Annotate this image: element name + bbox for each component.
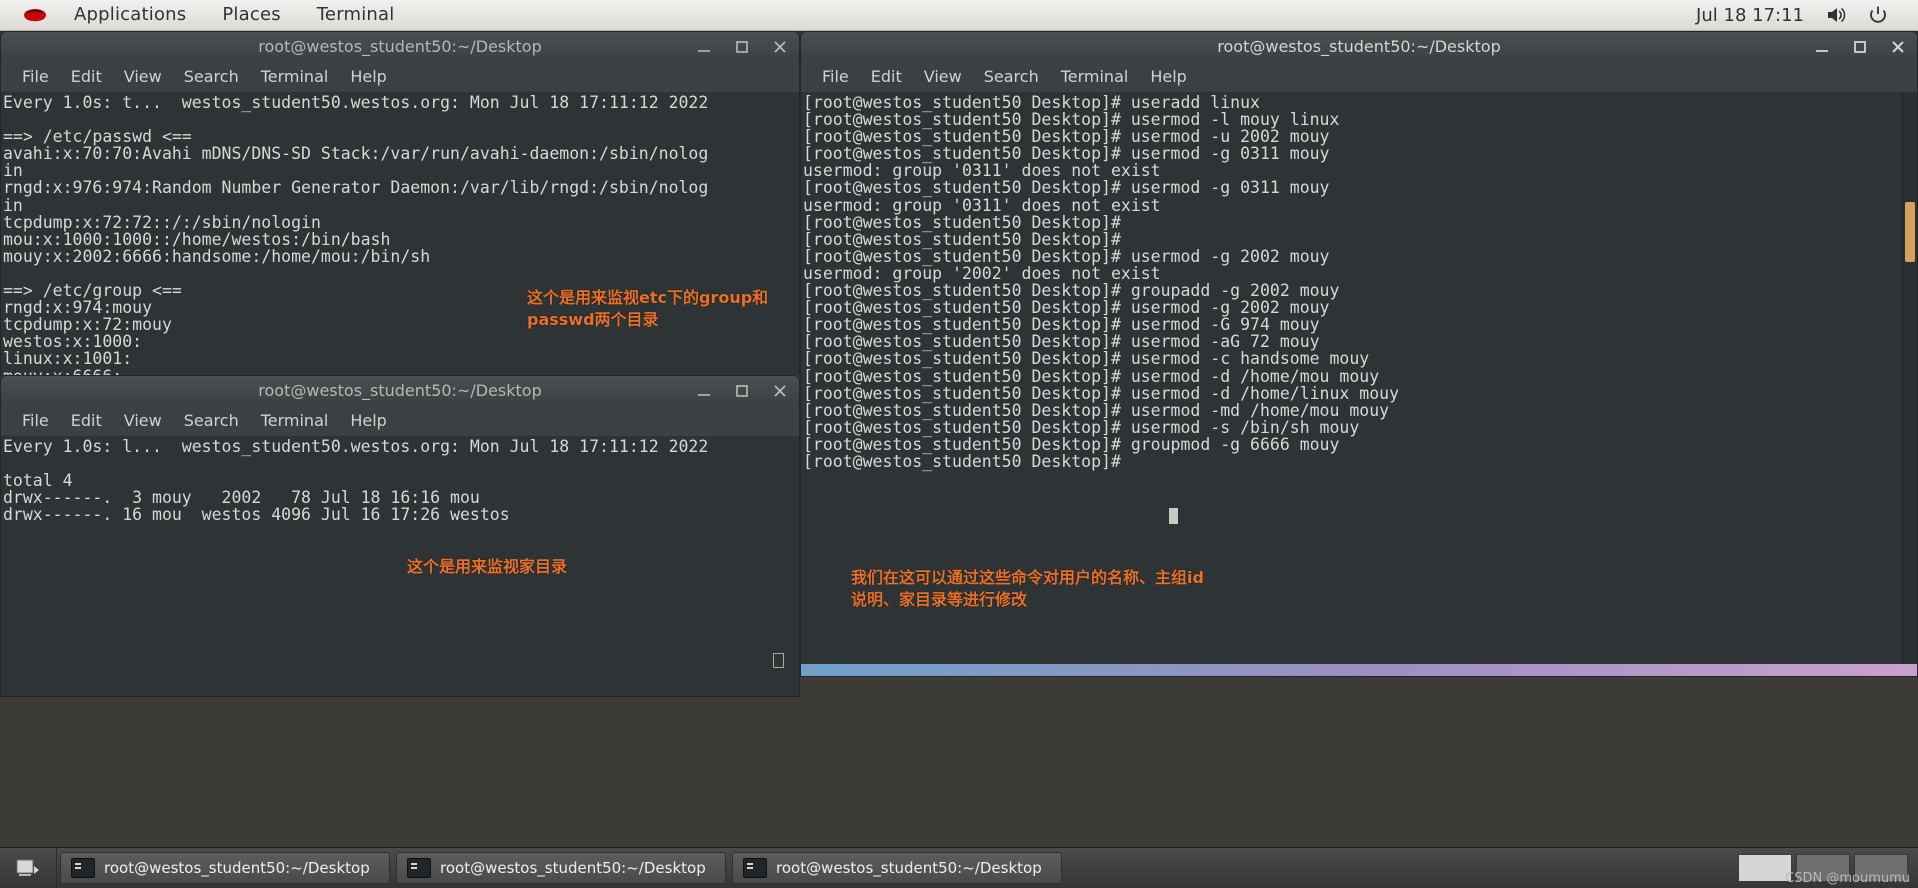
desktop: Applications Places Terminal Jul 18 17:1… [0, 0, 1918, 888]
power-icon[interactable] [1868, 5, 1888, 25]
scrollbar-thumb[interactable] [1905, 202, 1915, 262]
minimize-icon[interactable] [1813, 38, 1831, 56]
menu-places[interactable]: Places [204, 0, 298, 30]
menu-search[interactable]: Search [173, 407, 250, 435]
window-bottom-band [801, 664, 1917, 676]
window-title: root@westos_student50:~/Desktop [258, 381, 542, 400]
taskbar-item-3[interactable]: root@westos_student50:~/Desktop [732, 852, 1062, 884]
window-commands[interactable]: root@westos_student50:~/Desktop File Edi… [800, 31, 1918, 677]
close-icon[interactable] [1889, 38, 1907, 56]
close-icon[interactable] [771, 38, 789, 56]
top-panel: Applications Places Terminal Jul 18 17:1… [0, 0, 1918, 31]
terminal-cursor [1169, 508, 1178, 524]
menu-search[interactable]: Search [973, 63, 1050, 91]
terminal-body-commands[interactable]: [root@westos_student50 Desktop]# useradd… [800, 92, 1918, 677]
terminal-output: Every 1.0s: t... westos_student50.westos… [3, 93, 709, 385]
terminal-scrollbar[interactable] [1902, 92, 1917, 676]
menu-applications[interactable]: Applications [56, 0, 204, 30]
window-title: root@westos_student50:~/Desktop [1217, 37, 1501, 56]
menu-file[interactable]: File [11, 63, 60, 91]
window-title: root@westos_student50:~/Desktop [258, 37, 542, 56]
menu-edit[interactable]: Edit [60, 407, 113, 435]
clock[interactable]: Jul 18 17:11 [1696, 5, 1826, 26]
watermark: CSDN @moumumu [1785, 871, 1910, 886]
menu-terminal[interactable]: Terminal [1050, 63, 1140, 91]
menu-file[interactable]: File [811, 63, 860, 91]
menu-help[interactable]: Help [1139, 63, 1197, 91]
window-menubar: File Edit View Search Terminal Help [800, 62, 1918, 92]
show-desktop-icon[interactable] [0, 848, 57, 888]
maximize-icon[interactable] [733, 38, 751, 56]
window-titlebar[interactable]: root@westos_student50:~/Desktop [0, 31, 800, 62]
menu-terminal[interactable]: Terminal [250, 407, 340, 435]
redhat-logo-icon[interactable] [20, 4, 50, 26]
menu-terminal[interactable]: Terminal [250, 63, 340, 91]
volume-icon[interactable] [1826, 6, 1848, 24]
menu-terminal[interactable]: Terminal [299, 0, 413, 30]
terminal-icon [71, 858, 95, 878]
window-menubar: File Edit View Search Terminal Help [0, 62, 800, 92]
menu-view[interactable]: View [113, 63, 173, 91]
annotation-watch-home: 这个是用来监视家目录 [407, 557, 568, 576]
terminal-icon [407, 858, 431, 878]
maximize-icon[interactable] [1851, 38, 1869, 56]
taskbar: root@westos_student50:~/Desktop root@wes… [0, 847, 1918, 888]
window-watch-home[interactable]: root@westos_student50:~/Desktop File Edi… [0, 375, 800, 697]
terminal-output: Every 1.0s: l... westos_student50.westos… [3, 437, 709, 525]
terminal-cursor [773, 653, 784, 668]
taskbar-item-label: root@westos_student50:~/Desktop [440, 859, 706, 877]
menu-search[interactable]: Search [173, 63, 250, 91]
window-controls [695, 32, 789, 62]
menu-edit[interactable]: Edit [860, 63, 913, 91]
menu-help[interactable]: Help [339, 407, 397, 435]
menu-view[interactable]: View [113, 407, 173, 435]
taskbar-item-label: root@westos_student50:~/Desktop [104, 859, 370, 877]
workspace-1[interactable] [1738, 854, 1792, 882]
window-titlebar[interactable]: root@westos_student50:~/Desktop [0, 375, 800, 406]
annotation-watch-etc: 这个是用来监视etc下的group和 passwd两个目录 [527, 288, 769, 329]
menu-view[interactable]: View [913, 63, 973, 91]
minimize-icon[interactable] [695, 382, 713, 400]
terminal-icon [743, 858, 767, 878]
window-controls [695, 376, 789, 406]
window-controls [1813, 32, 1907, 62]
taskbar-item-label: root@westos_student50:~/Desktop [776, 859, 1042, 877]
maximize-icon[interactable] [733, 382, 751, 400]
annotation-commands: 我们在这可以通过这些命令对用户的名称、主组id 说明、家目录等进行修改 [851, 568, 1204, 609]
minimize-icon[interactable] [695, 38, 713, 56]
terminal-body-watch-home[interactable]: Every 1.0s: l... westos_student50.westos… [0, 436, 800, 697]
menu-file[interactable]: File [11, 407, 60, 435]
window-menubar: File Edit View Search Terminal Help [0, 406, 800, 436]
menu-help[interactable]: Help [339, 63, 397, 91]
menu-edit[interactable]: Edit [60, 63, 113, 91]
taskbar-item-2[interactable]: root@westos_student50:~/Desktop [396, 852, 726, 884]
window-titlebar[interactable]: root@westos_student50:~/Desktop [800, 31, 1918, 62]
terminal-output: [root@westos_student50 Desktop]# useradd… [803, 93, 1400, 471]
taskbar-item-1[interactable]: root@westos_student50:~/Desktop [60, 852, 390, 884]
close-icon[interactable] [771, 382, 789, 400]
